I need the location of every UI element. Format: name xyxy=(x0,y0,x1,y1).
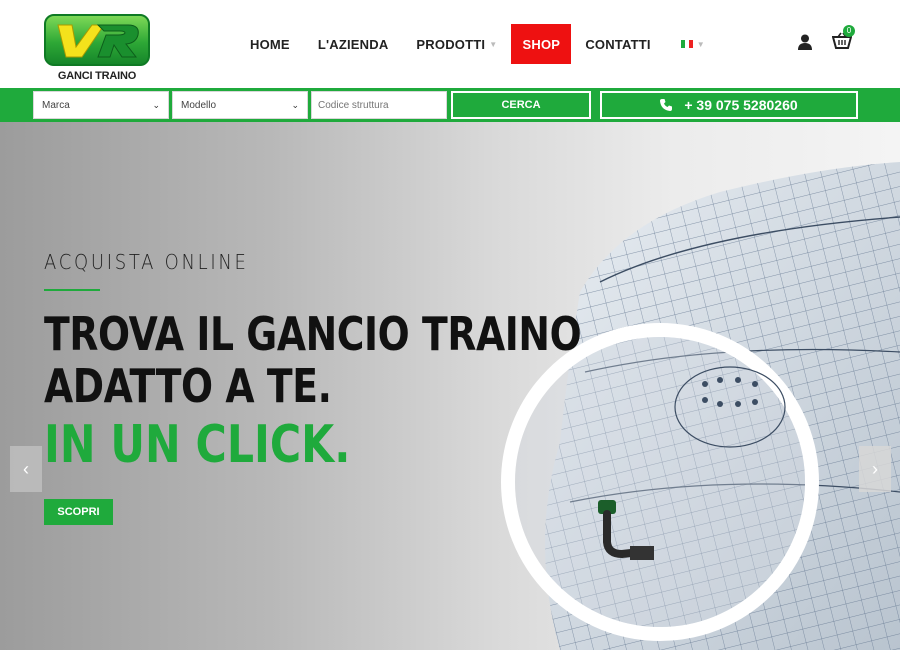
chevron-left-icon: ‹ xyxy=(23,458,29,479)
hero-headline-line1: TROVA IL GANCIO TRAINO xyxy=(44,307,582,361)
italy-flag-icon xyxy=(680,40,693,48)
phone-button[interactable]: + 39 075 5280260 xyxy=(600,91,858,119)
logo-text: GANCI TRAINO xyxy=(57,70,137,82)
logo-mark xyxy=(44,14,150,66)
chevron-down-icon: ⌄ xyxy=(291,99,299,110)
phone-icon xyxy=(660,99,673,111)
nav-azienda-label: L'AZIENDA xyxy=(317,36,389,52)
main-nav: HOME L'AZIENDA PRODOTTI ▼ SHOP CONTATTI ▼ xyxy=(250,24,733,64)
discover-button[interactable]: SCOPRI xyxy=(44,499,113,525)
nav-home[interactable]: HOME xyxy=(250,37,290,52)
model-select-value: Modello xyxy=(181,99,217,111)
logo[interactable]: GANCI TRAINO xyxy=(44,14,150,86)
language-selector[interactable]: ▼ xyxy=(679,40,705,49)
vehicle-search-bar: Marca ⌄ Modello ⌄ CERCA + 39 075 5280260 xyxy=(0,88,900,122)
hero-headline-line2: ADATTO A TE. xyxy=(44,359,332,413)
nav-prodotti-label: PRODOTTI xyxy=(416,36,486,52)
phone-number: + 39 075 5280260 xyxy=(684,97,798,113)
site-header: GANCI TRAINO HOME L'AZIENDA PRODOTTI ▼ SH… xyxy=(0,0,900,88)
slider-prev-button[interactable]: ‹ xyxy=(10,446,42,492)
chevron-down-icon: ▼ xyxy=(489,39,498,49)
kicker-divider xyxy=(44,289,100,291)
model-select[interactable]: Modello ⌄ xyxy=(172,91,308,119)
hero-headline-accent: IN UN CLICK. xyxy=(44,415,351,475)
chevron-down-icon: ▼ xyxy=(696,39,705,49)
structure-code-input[interactable] xyxy=(311,91,447,119)
nav-contatti[interactable]: CONTATTI xyxy=(585,37,650,52)
nav-shop-label: SHOP xyxy=(522,36,561,52)
nav-contatti-label: CONTATTI xyxy=(585,36,651,52)
search-button[interactable]: CERCA xyxy=(451,91,591,119)
hero-kicker: ACQUISTA ONLINE xyxy=(44,250,249,274)
nav-shop[interactable]: SHOP xyxy=(511,24,572,64)
user-icon[interactable] xyxy=(798,34,812,50)
hero-slider: ACQUISTA ONLINE TROVA IL GANCIO TRAINO A… xyxy=(0,122,900,650)
slider-next-button[interactable]: › xyxy=(859,446,891,492)
nav-prodotti[interactable]: PRODOTTI ▼ xyxy=(416,37,497,52)
nav-azienda[interactable]: L'AZIENDA xyxy=(318,37,389,52)
chevron-right-icon: › xyxy=(872,458,878,479)
cart-count-badge: 0 xyxy=(843,25,855,37)
brand-select-value: Marca xyxy=(42,99,70,111)
brand-select[interactable]: Marca ⌄ xyxy=(33,91,169,119)
nav-home-label: HOME xyxy=(250,36,290,52)
chevron-down-icon: ⌄ xyxy=(152,99,160,110)
